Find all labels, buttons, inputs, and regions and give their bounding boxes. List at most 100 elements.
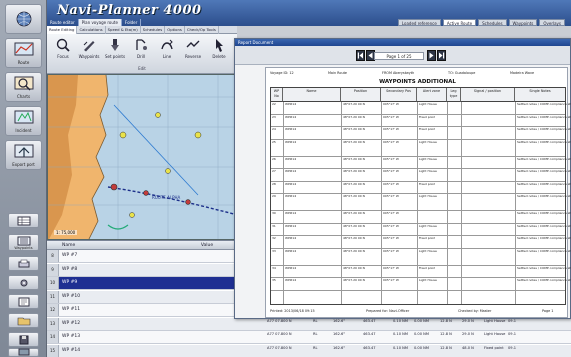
row-name: WP #9 <box>62 280 78 285</box>
tab-loaded-reference[interactable]: Loaded reference <box>397 19 441 26</box>
line-tool-button[interactable]: Line <box>155 37 179 65</box>
report-cell-position: 48°07.20 00 N <box>343 103 365 106</box>
ribbon-tab-schedules[interactable]: Schedules <box>141 26 166 34</box>
ribbon-tab-check-tools[interactable]: Check/Op Tools <box>185 26 219 34</box>
chart-canvas[interactable]: ROUTE ALPHA <box>48 75 237 240</box>
next-page-button[interactable] <box>427 50 436 61</box>
tab-overlays[interactable]: Overlays <box>539 19 565 26</box>
header-tab-folder[interactable]: Folder <box>122 19 142 26</box>
row-cell: 463.47 <box>363 318 376 323</box>
set-points-tool-button[interactable]: Set points <box>103 37 127 65</box>
report-table: WP No Name Position Secondary Pos Alert … <box>270 87 571 305</box>
waypoint-marker[interactable] <box>185 199 191 205</box>
report-cell-secondary: 005°17' W <box>383 279 399 282</box>
charts-button[interactable]: Charts <box>5 72 42 102</box>
report-cell-zone: Fixed point <box>419 128 436 131</box>
report-window: Report Document Page 1 of 25 Voyage ID: … <box>234 38 571 319</box>
report-cell-secondary: 005°17' W <box>383 128 399 131</box>
tab-schedules[interactable]: Schedules <box>478 19 507 26</box>
report-cell-no: 23 <box>272 115 276 119</box>
tab-active-route[interactable]: Active Route <box>442 19 477 26</box>
incident-button-label: Incident <box>15 128 32 133</box>
page-meta: Voyage ID: 12 Main Route FROM Aberystwyt… <box>270 71 565 77</box>
focus-tool-button[interactable]: Focus <box>51 37 75 65</box>
header-tab-plan-voyage[interactable]: Plan voyage route <box>78 19 122 26</box>
prev-page-button[interactable] <box>356 50 365 61</box>
edit-toolbar: Focus Waypoints Set points Drill Line Re… <box>47 34 237 74</box>
nautical-chart[interactable]: ROUTE ALPHA 1: 75,000 <box>47 74 237 240</box>
report-row: 35 WP#14 48°07.20 00 N 005°17' W Light House… <box>271 278 571 291</box>
row-name: WP #10 <box>62 293 81 299</box>
row-cell: RL <box>313 332 318 336</box>
report-row: 31 WP#14 48°07.20 00 N 005°17' W Light House… <box>271 224 571 236</box>
footer-checked: Checked by: Master <box>458 309 492 313</box>
save-button[interactable] <box>8 332 39 347</box>
table-row[interactable]: 13 WP #12 A77 07.800 N RL 162.6° 463.47 0.10 N… <box>47 317 571 331</box>
ribbon-tab-options[interactable]: Options <box>165 26 185 34</box>
report-cell-no: 31 <box>272 224 276 228</box>
table-row[interactable]: 15 WP #14 A77 07.800 N RL 162.6° 463.47 0.10 N… <box>47 344 571 357</box>
report-heading: WAYPOINTS ADDITIONAL <box>379 79 456 85</box>
row-cell: 29.0 N <box>462 318 474 323</box>
incident-button[interactable]: Incident <box>5 106 42 136</box>
print-button[interactable] <box>8 256 39 271</box>
ribbon-tab-calculations[interactable]: Calculations <box>77 26 106 34</box>
waypoint-marker[interactable] <box>110 183 118 191</box>
report-titlebar[interactable]: Report Document <box>235 39 570 46</box>
delete-tool-button[interactable]: Delete <box>207 37 231 65</box>
ribbon-tab-route-editing[interactable]: Route Editing <box>47 26 78 34</box>
meta-route: Voyage ID: 12 <box>270 71 294 75</box>
row-cell: 463.47 <box>363 345 376 350</box>
report-cell-secondary: 005°17' W <box>383 157 399 161</box>
report-cell-secondary: 005°17' W <box>383 115 399 119</box>
waypoints-tool-button[interactable]: Waypoints <box>77 37 101 65</box>
last-page-button[interactable] <box>437 50 446 61</box>
focus-tool-label: Focus <box>57 54 69 59</box>
folder-icon <box>17 317 30 325</box>
report-cell-name: WP#14 <box>285 103 297 106</box>
delete-tool-label: Delete <box>212 54 226 59</box>
first-page-icon <box>368 52 373 59</box>
reverse-tool-button[interactable]: Reverse <box>181 37 205 65</box>
column-value[interactable]: Value <box>177 241 237 250</box>
row-number: 9 <box>47 263 59 276</box>
settings-button[interactable] <box>8 275 39 290</box>
reverse-icon <box>186 40 200 48</box>
report-cell-position: 48°07.20 00 N <box>343 279 365 282</box>
waypoints-list-button[interactable]: Waypoints <box>8 234 39 251</box>
row-number: 10 <box>47 277 59 289</box>
report-cell-position: 48°07.20 00 N <box>343 170 365 173</box>
header-tabs: Route editor Plan voyage route Folder <box>47 19 142 26</box>
app-header: Navi-Planner 4000 Route editor Plan voya… <box>47 0 571 26</box>
info-button[interactable] <box>8 294 39 309</box>
row-cell: 0.00 NM <box>414 318 429 323</box>
settings-icon <box>20 279 27 286</box>
report-row: 23 WP#14 48°07.20 00 N 005°17' W Fixed point… <box>271 115 571 127</box>
report-cell-name: WP#14 <box>285 224 297 228</box>
column-name[interactable]: Name <box>62 241 182 250</box>
report-row: 24 WP#14 48°07.20 00 N 005°17' W Fixed point… <box>271 127 571 140</box>
report-cell-zone: Light House <box>419 140 437 144</box>
folder-button[interactable] <box>8 313 39 328</box>
curve-icon <box>161 39 173 50</box>
table-view-button[interactable] <box>8 213 39 228</box>
globe-nav-button[interactable] <box>5 4 42 34</box>
tab-waypoints[interactable]: Waypoints <box>508 19 538 26</box>
table-row[interactable]: 14 WP #13 A77 07.800 N RL 162.6° 463.47 0.10 N… <box>47 331 571 344</box>
app-window: Route Charts Incident Export port Waypoi… <box>0 0 571 357</box>
pin-icon <box>111 39 119 51</box>
report-row: 33 WP#14 48°07.20 00 N 005°17' W Light House… <box>271 249 571 266</box>
report-cell-secondary: 005°17' W <box>383 237 399 240</box>
route-button[interactable]: Route <box>5 38 42 68</box>
report-cell-notes: Settled notes / COMP compliance stt <box>517 266 571 270</box>
drill-tool-button[interactable]: Drill <box>129 37 153 65</box>
report-cell-zone: Fixed point <box>419 182 436 186</box>
monitor-button[interactable] <box>8 348 39 357</box>
report-cell-name: WP#14 <box>285 128 297 131</box>
waypoint-marker[interactable] <box>143 190 149 196</box>
header-tab-route-editor[interactable]: Route editor <box>47 19 79 26</box>
report-cell-name: WP#14 <box>285 157 297 161</box>
export-port-button[interactable]: Export port <box>5 140 42 170</box>
row-cell: 463.47 <box>363 332 376 336</box>
ribbon-tab-speed-eta[interactable]: Speed & Eta(m) <box>106 26 141 34</box>
